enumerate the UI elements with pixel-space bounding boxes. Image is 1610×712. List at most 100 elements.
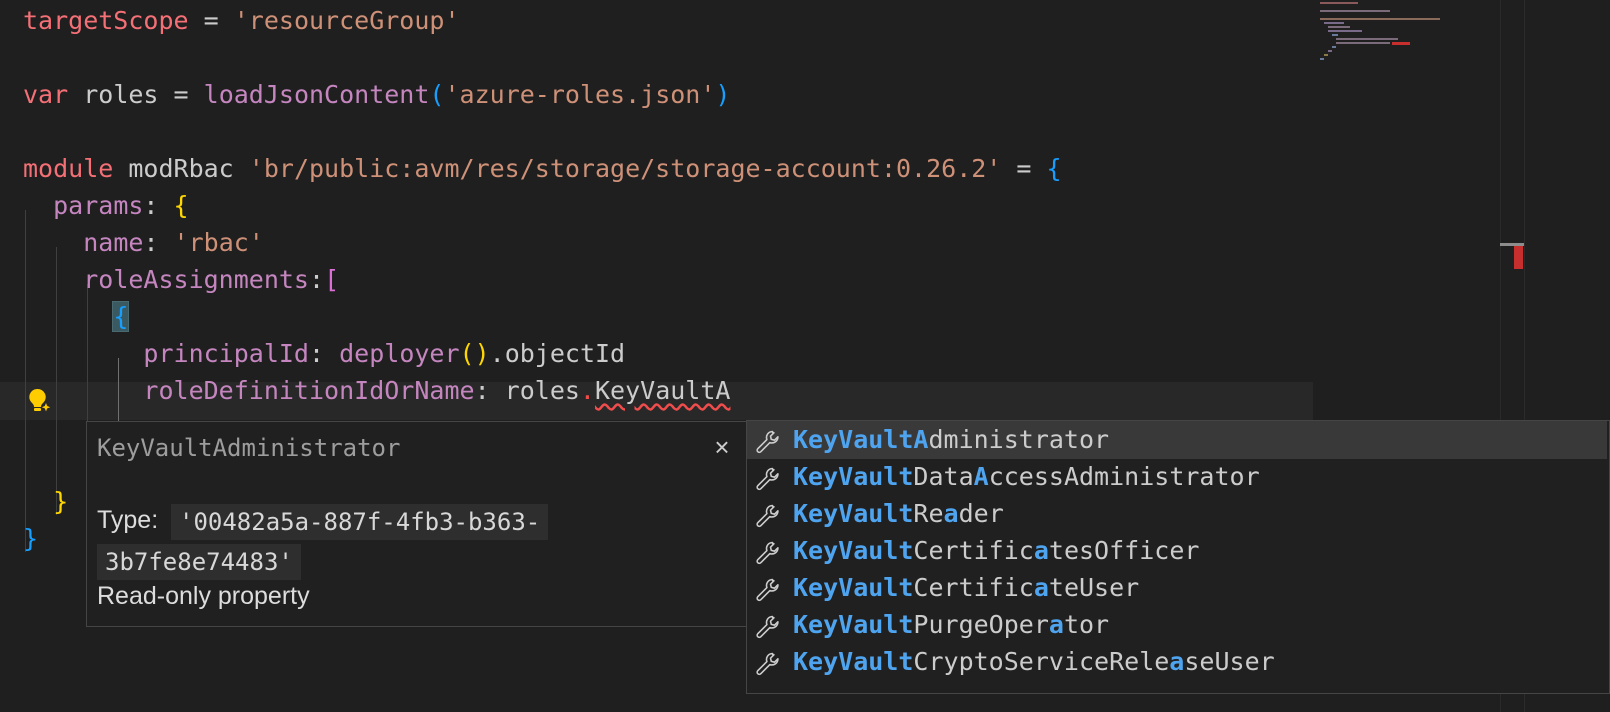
lightbulb-sparkle-icon[interactable]	[24, 386, 54, 416]
match-highlight: KeyVaultA	[793, 425, 929, 454]
suggest-item[interactable]: KeyVaultReader	[747, 495, 1607, 533]
match-highlight: a	[943, 499, 959, 528]
label-text: tor	[1063, 610, 1110, 639]
match-highlight: a	[1033, 573, 1049, 602]
suggest-item[interactable]: KeyVaultCertificateUser	[747, 569, 1607, 607]
match-highlight: a	[1169, 647, 1185, 676]
match-highlight: KeyVault	[793, 536, 914, 565]
code-token: principalId	[143, 339, 309, 368]
suggest-item-label: KeyVaultReader	[793, 495, 1004, 533]
hover-description: Read-only property	[97, 582, 310, 610]
match-highlight: KeyVault	[793, 462, 914, 491]
suggest-item[interactable]: KeyVaultDataAccessAdministrator	[747, 458, 1607, 496]
code-line: }	[23, 520, 38, 558]
code-line: module modRbac 'br/public:avm/res/storag…	[23, 150, 1062, 188]
code-token: :	[143, 228, 174, 257]
suggest-item[interactable]: KeyVaultPurgeOperator	[747, 606, 1607, 644]
code-token: 'rbac'	[173, 228, 264, 257]
wrench-icon	[755, 465, 781, 491]
code-token: roles	[83, 80, 159, 109]
suggest-item-label: KeyVaultDataAccessAdministrator	[793, 458, 1260, 496]
code-line: {	[23, 298, 130, 336]
label-text: Re	[913, 499, 944, 528]
code-token: }	[23, 524, 39, 553]
code-token: 'resourceGroup'	[233, 6, 460, 35]
suggest-item[interactable]: KeyVaultCryptoServiceReleaseUser	[747, 643, 1607, 681]
wrench-icon	[755, 576, 781, 602]
match-highlight: KeyVault	[793, 647, 914, 676]
code-token: modRbac	[128, 154, 234, 183]
close-icon[interactable]: ×	[709, 434, 735, 460]
match-highlight: KeyVault	[793, 610, 914, 639]
code-token: (	[429, 80, 445, 109]
match-highlight: a	[1048, 610, 1064, 639]
suggest-item-label: KeyVaultPurgeOperator	[793, 606, 1109, 644]
code-token: .objectId	[489, 339, 626, 368]
wrench-icon	[755, 502, 781, 528]
code-token: targetScope	[23, 6, 189, 35]
code-token: : roles	[474, 376, 580, 405]
hover-type-value-cont: 3b7fe8e74483'	[97, 544, 301, 580]
code-token: {	[173, 191, 189, 220]
hover-widget: KeyVaultAdministrator × Type: '00482a5a-…	[86, 421, 748, 627]
code-token: 'br/public:avm/res/storage/storage-accou…	[248, 154, 1002, 183]
suggest-widget[interactable]: KeyVaultAdministrator KeyVaultDataAccessA…	[746, 420, 1610, 694]
suggest-item-label: KeyVaultAdministrator	[793, 421, 1109, 459]
code-token: :	[309, 339, 340, 368]
wrench-icon	[755, 539, 781, 565]
minimap[interactable]	[1310, 0, 1500, 80]
code-token: :	[309, 265, 325, 294]
label-text: seUser	[1184, 647, 1275, 676]
label-text: Certific	[913, 536, 1034, 565]
code-token: }	[53, 487, 69, 516]
hover-type-value: '00482a5a-887f-4fb3-b363-	[171, 504, 549, 540]
suggest-item-label: KeyVaultCertificatesOfficer	[793, 532, 1199, 570]
code-token: {	[112, 301, 130, 332]
label-text: Data	[913, 462, 974, 491]
code-line: roleDefinitionIdOrName: roles.KeyVaultA	[23, 372, 730, 410]
code-token: var	[23, 80, 69, 109]
code-token: .	[579, 376, 595, 405]
suggest-item[interactable]: KeyVaultAdministrator	[747, 421, 1607, 459]
wrench-icon	[755, 650, 781, 676]
label-text: ccessAdministrator	[988, 462, 1260, 491]
label-text: tesOfficer	[1048, 536, 1200, 565]
code-token: name	[83, 228, 144, 257]
code-line: targetScope = 'resourceGroup'	[23, 2, 460, 40]
label-text: der	[958, 499, 1004, 528]
code-token: =	[158, 80, 204, 109]
code-token: roleDefinitionIdOrName	[143, 376, 475, 405]
wrench-icon	[755, 613, 781, 639]
code-token: [	[324, 265, 340, 294]
code-token: deployer	[339, 339, 460, 368]
code-token: roleAssignments	[83, 265, 309, 294]
hover-title: KeyVaultAdministrator	[97, 434, 401, 462]
code-line: principalId: deployer().objectId	[23, 335, 625, 373]
match-highlight: a	[1033, 536, 1049, 565]
code-line: }	[23, 483, 68, 521]
code-line: roleAssignments:[	[23, 261, 339, 299]
match-highlight: KeyVault	[793, 499, 914, 528]
code-token: {	[1046, 154, 1062, 183]
code-token: module	[23, 154, 114, 183]
suggest-item-label: KeyVaultCertificateUser	[793, 569, 1139, 607]
label-text: dministrator	[928, 425, 1110, 454]
overview-ruler-error-marker	[1514, 246, 1523, 269]
label-text: Certific	[913, 573, 1034, 602]
wrench-icon	[755, 428, 781, 454]
suggest-item[interactable]: KeyVaultCertificatesOfficer	[747, 532, 1607, 570]
code-line: params: {	[23, 187, 189, 225]
code-line: var roles = loadJsonContent('azure-roles…	[23, 76, 730, 114]
code-line: name: 'rbac'	[23, 224, 264, 262]
code-token: :	[143, 191, 174, 220]
hover-type-label: Type:	[97, 506, 159, 534]
match-highlight: A	[973, 462, 989, 491]
